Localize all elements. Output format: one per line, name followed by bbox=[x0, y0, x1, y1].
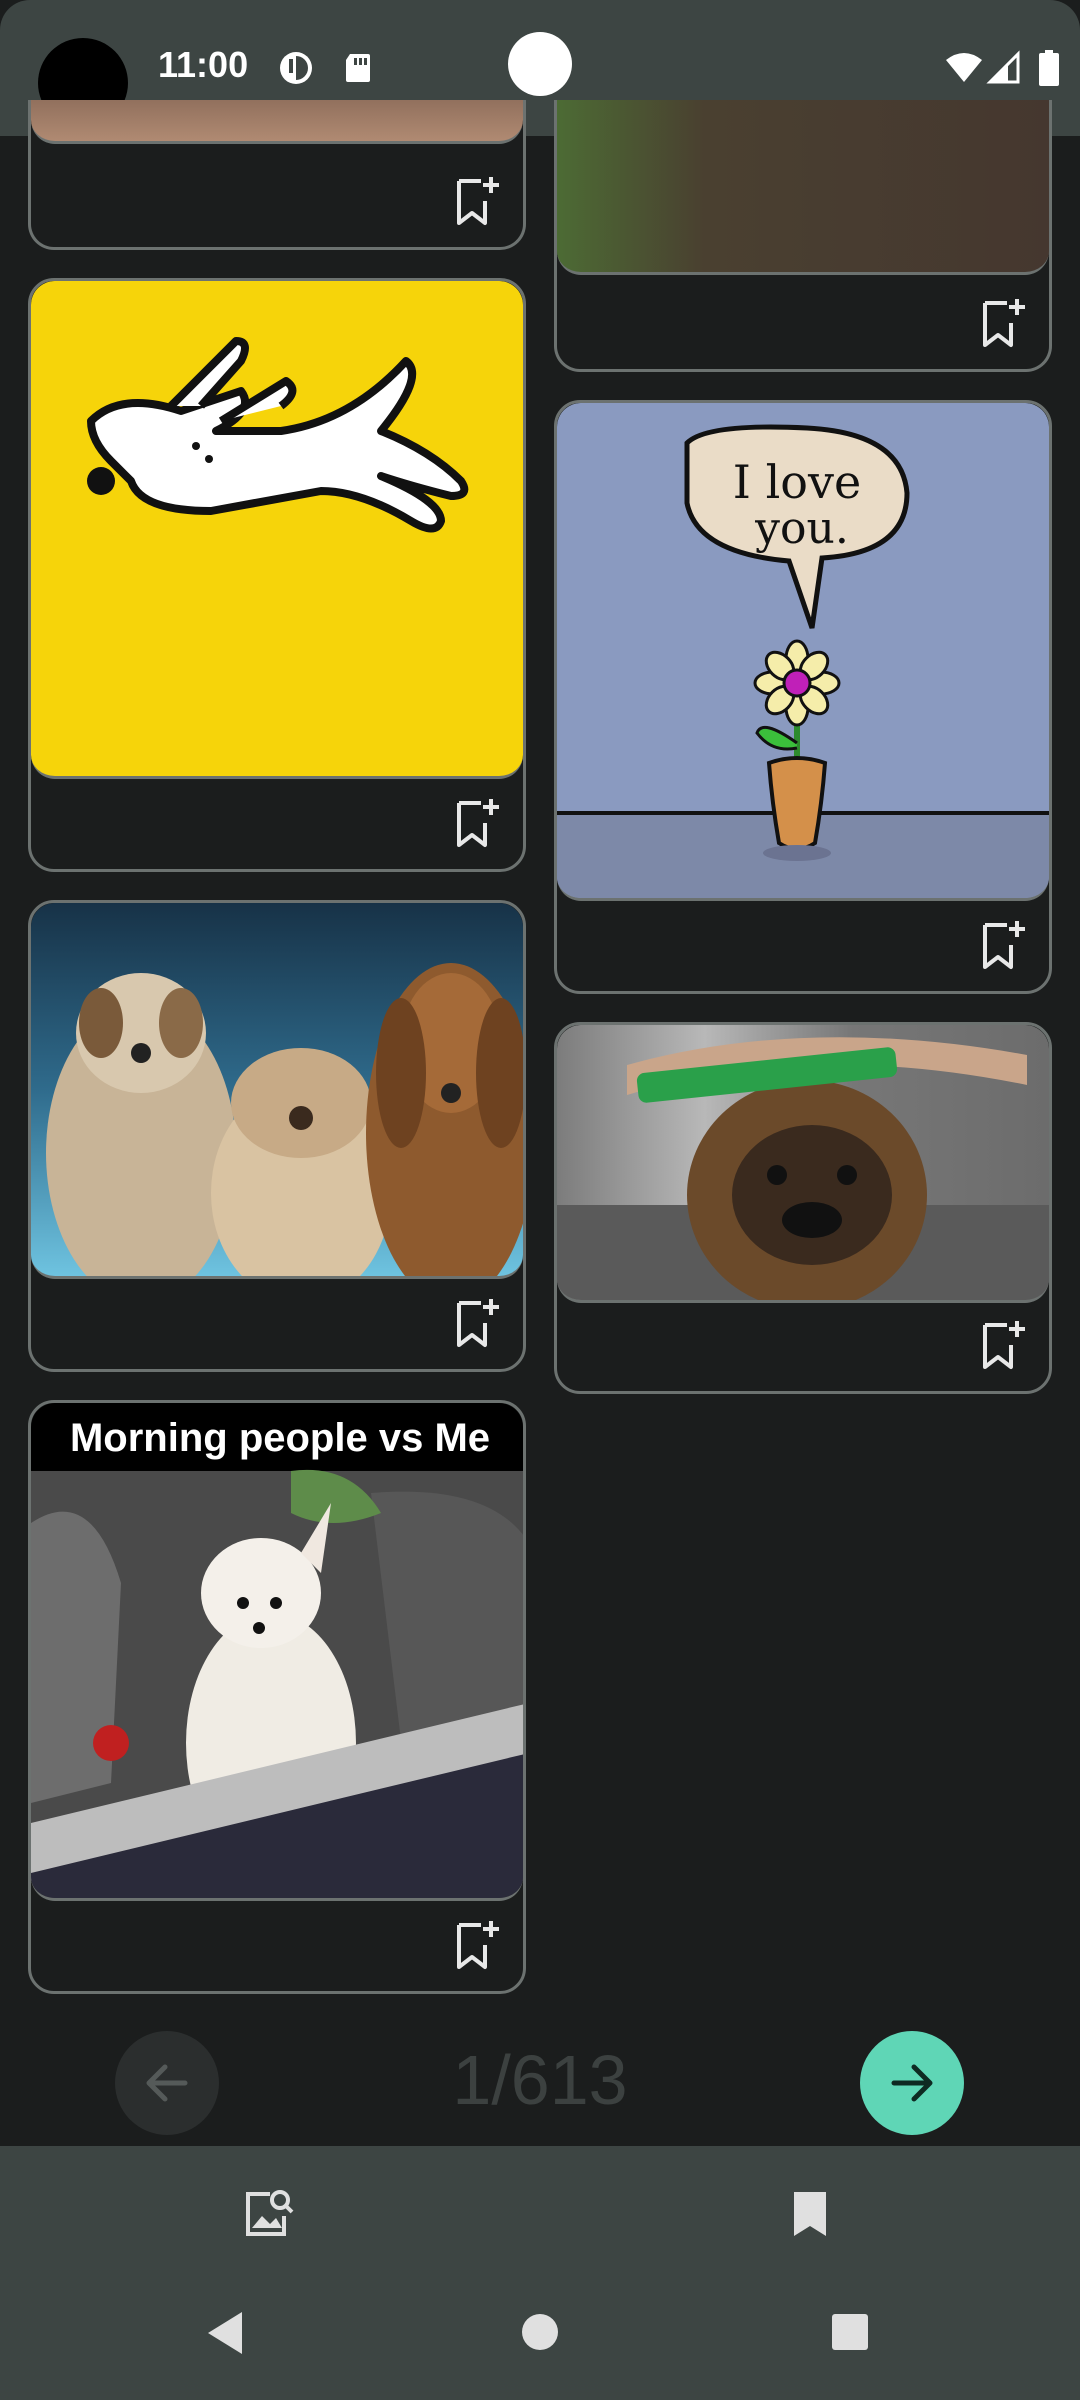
sd-card-icon bbox=[346, 54, 370, 82]
next-page-button[interactable] bbox=[860, 2031, 964, 2135]
bookmark-add-icon[interactable] bbox=[455, 1919, 501, 1971]
gif-thumbnail[interactable] bbox=[31, 903, 523, 1279]
svg-text:you.: you. bbox=[754, 503, 849, 554]
meme-caption: Morning people vs Me bbox=[70, 1416, 490, 1460]
previous-page-button[interactable] bbox=[115, 2031, 219, 2135]
system-home-icon[interactable] bbox=[520, 2312, 560, 2352]
gif-thumbnail[interactable]: I love you. bbox=[557, 403, 1049, 901]
bookmark-add-icon[interactable] bbox=[981, 1319, 1027, 1371]
three-dogs-image bbox=[46, 963, 523, 1276]
bookmark-add-icon[interactable] bbox=[455, 175, 501, 227]
gif-thumbnail[interactable] bbox=[31, 100, 523, 144]
system-recents-icon[interactable] bbox=[830, 2312, 870, 2352]
system-back-icon[interactable] bbox=[200, 2308, 250, 2358]
sensor-notch bbox=[508, 32, 572, 96]
bookmark-add-icon[interactable] bbox=[981, 919, 1027, 971]
gif-card[interactable] bbox=[28, 100, 526, 250]
battery-icon bbox=[1039, 50, 1059, 86]
app-root: 11:00 I love you. Morning people vs Me 1… bbox=[0, 0, 1080, 2400]
page-counter: 1/613 bbox=[452, 2041, 628, 2119]
dog-with-brush-image bbox=[557, 1037, 1049, 1300]
gif-thumbnail[interactable] bbox=[557, 1025, 1049, 1303]
gif-card[interactable]: I love you. bbox=[554, 400, 1052, 994]
image-search-icon[interactable] bbox=[240, 2186, 296, 2242]
gif-card[interactable] bbox=[554, 100, 1052, 372]
wifi-icon bbox=[946, 53, 982, 82]
arrow-right-icon bbox=[891, 2064, 933, 2102]
arrow-left-icon bbox=[146, 2064, 188, 2102]
chihuahua-car-image: Morning people vs Me bbox=[31, 1403, 523, 1898]
gif-thumbnail[interactable] bbox=[557, 100, 1049, 275]
speech-bubble-text: I love bbox=[733, 455, 861, 509]
gif-card[interactable] bbox=[554, 1022, 1052, 1394]
data-saver-icon bbox=[280, 52, 312, 84]
gif-card[interactable]: Morning people vs Me bbox=[28, 1400, 526, 1994]
gif-thumbnail[interactable] bbox=[31, 281, 523, 779]
bookmark-add-icon[interactable] bbox=[455, 797, 501, 849]
flower-i-love-you-illustration: I love you. bbox=[557, 424, 1049, 898]
bookmark-add-icon[interactable] bbox=[981, 297, 1027, 349]
bookmark-add-icon[interactable] bbox=[455, 1297, 501, 1349]
gif-card[interactable] bbox=[28, 278, 526, 872]
gif-card[interactable] bbox=[28, 900, 526, 1372]
status-time: 11:00 bbox=[158, 44, 249, 85]
cellular-signal-icon bbox=[986, 50, 1020, 84]
gif-thumbnail[interactable]: Morning people vs Me bbox=[31, 1403, 523, 1901]
running-dog-illustration bbox=[87, 337, 469, 533]
bottom-navigation bbox=[0, 2146, 1080, 2400]
bookmarks-icon[interactable] bbox=[782, 2186, 838, 2242]
